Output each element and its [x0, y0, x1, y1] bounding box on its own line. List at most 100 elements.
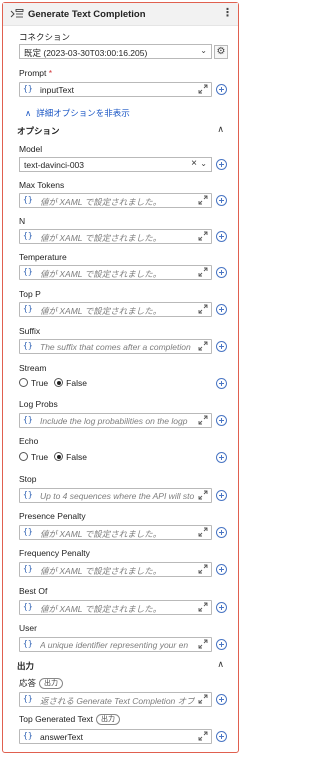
stream-radio-group: True False	[19, 378, 87, 388]
expression-braces-icon: {}	[23, 84, 33, 93]
stream-false-radio[interactable]	[54, 378, 64, 387]
expression-braces-icon: {}	[23, 602, 33, 611]
stream-add-button[interactable]	[216, 378, 227, 389]
hide-advanced-options-link[interactable]: ∧ 詳細オプションを非表示	[25, 107, 130, 119]
expand-editor-icon[interactable]	[198, 731, 208, 741]
expression-braces-icon: {}	[23, 639, 33, 648]
log-probs-add-button[interactable]	[216, 415, 227, 426]
stream-true-radio[interactable]	[19, 378, 28, 387]
stop-field[interactable]: {} Up to 4 sequences where the API will …	[19, 488, 212, 503]
chevron-down-icon[interactable]: ⌄	[200, 159, 207, 168]
prompt-label: Prompt *	[19, 68, 53, 78]
prompt-add-button[interactable]	[216, 84, 227, 95]
suffix-placeholder: The suffix that comes after a completion	[40, 342, 191, 352]
log-probs-placeholder: Include the log probabilities on the log…	[40, 416, 188, 426]
best-of-label: Best Of	[19, 586, 48, 596]
top-generated-text-add-button[interactable]	[216, 731, 227, 742]
connection-settings-button[interactable]: ⚙	[214, 45, 228, 59]
expand-editor-icon[interactable]	[198, 195, 208, 205]
model-label: Model	[19, 144, 43, 154]
response-field[interactable]: {} 返される Generate Text Completion オブジ	[19, 692, 212, 707]
expression-braces-icon: {}	[23, 731, 33, 740]
max-tokens-label: Max Tokens	[19, 180, 65, 190]
top-p-field[interactable]: {} 値が XAML で設定されました。	[19, 302, 212, 317]
stream-true-label: True	[31, 378, 49, 388]
top-p-add-button[interactable]	[216, 304, 227, 315]
activity-title: Generate Text Completion	[28, 9, 146, 20]
chevron-down-icon[interactable]: ⌄	[200, 46, 207, 55]
expression-braces-icon: {}	[23, 490, 33, 499]
activity-header[interactable]: Generate Text Completion ⋮	[3, 3, 238, 26]
collapse-activity-icon[interactable]	[10, 8, 24, 20]
expand-editor-icon[interactable]	[198, 564, 208, 574]
expand-editor-icon[interactable]	[198, 267, 208, 277]
expand-editor-icon[interactable]	[198, 304, 208, 314]
connection-select[interactable]: 既定 (2023-03-30T03:00:16.205) ⌄	[19, 44, 212, 59]
prompt-value: inputText	[40, 85, 75, 95]
presence-penalty-field[interactable]: {} 値が XAML で設定されました。	[19, 525, 212, 540]
output-badge: 出力	[96, 714, 121, 725]
top-generated-text-label: Top Generated Text 出力	[19, 714, 121, 725]
n-placeholder: 値が XAML で設定されました。	[40, 233, 162, 243]
max-tokens-add-button[interactable]	[216, 195, 227, 206]
expand-editor-icon[interactable]	[198, 527, 208, 537]
prompt-field[interactable]: {} inputText	[19, 82, 212, 97]
suffix-field[interactable]: {} The suffix that comes after a complet…	[19, 339, 212, 354]
expand-editor-icon[interactable]	[198, 341, 208, 351]
presence-penalty-add-button[interactable]	[216, 527, 227, 538]
expand-editor-icon[interactable]	[198, 602, 208, 612]
stop-label: Stop	[19, 474, 37, 484]
n-field[interactable]: {} 値が XAML で設定されました。	[19, 229, 212, 244]
echo-add-button[interactable]	[216, 452, 227, 463]
expand-editor-icon[interactable]	[198, 639, 208, 649]
suffix-add-button[interactable]	[216, 341, 227, 352]
temperature-add-button[interactable]	[216, 267, 227, 278]
frequency-penalty-add-button[interactable]	[216, 564, 227, 575]
expression-braces-icon: {}	[23, 564, 33, 573]
echo-true-radio[interactable]	[19, 452, 28, 461]
expression-braces-icon: {}	[23, 304, 33, 313]
user-placeholder: A unique identifier representing your en	[40, 640, 189, 650]
stream-false-label: False	[66, 378, 87, 388]
expression-braces-icon: {}	[23, 267, 33, 276]
best-of-placeholder: 値が XAML で設定されました。	[40, 604, 162, 614]
echo-false-radio[interactable]	[54, 452, 64, 461]
expression-braces-icon: {}	[23, 527, 33, 536]
n-add-button[interactable]	[216, 231, 227, 242]
user-label: User	[19, 623, 37, 633]
best-of-field[interactable]: {} 値が XAML で設定されました。	[19, 600, 212, 615]
echo-label: Echo	[19, 436, 39, 446]
expand-editor-icon[interactable]	[198, 84, 208, 94]
presence-penalty-placeholder: 値が XAML で設定されました。	[40, 529, 162, 539]
expand-editor-icon[interactable]	[198, 490, 208, 500]
top-generated-text-value: answerText	[40, 732, 83, 742]
collapse-output-chevron-icon[interactable]: ∧	[217, 659, 224, 670]
model-add-button[interactable]	[216, 159, 227, 170]
model-select[interactable]: text-davinci-003 × ⌄	[19, 157, 212, 172]
temperature-field[interactable]: {} 値が XAML で設定されました。	[19, 265, 212, 280]
echo-false-label: False	[66, 452, 87, 462]
stop-add-button[interactable]	[216, 490, 227, 501]
temperature-label: Temperature	[19, 252, 67, 262]
expand-editor-icon[interactable]	[198, 415, 208, 425]
suffix-label: Suffix	[19, 326, 41, 336]
more-vertical-icon[interactable]: ⋮	[222, 7, 233, 19]
top-generated-text-field[interactable]: {} answerText	[19, 729, 212, 744]
response-add-button[interactable]	[216, 694, 227, 705]
log-probs-field[interactable]: {} Include the log probabilities on the …	[19, 413, 212, 428]
echo-radio-group: True False	[19, 452, 87, 462]
best-of-add-button[interactable]	[216, 602, 227, 613]
user-field[interactable]: {} A unique identifier representing your…	[19, 637, 212, 652]
collapse-options-chevron-icon[interactable]: ∧	[217, 124, 224, 135]
expand-editor-icon[interactable]	[198, 231, 208, 241]
user-add-button[interactable]	[216, 639, 227, 650]
connection-label: コネクション	[19, 32, 71, 42]
frequency-penalty-field[interactable]: {} 値が XAML で設定されました。	[19, 562, 212, 577]
frequency-penalty-placeholder: 値が XAML で設定されました。	[40, 566, 162, 576]
n-label: N	[19, 216, 26, 226]
expand-editor-icon[interactable]	[198, 694, 208, 704]
presence-penalty-label: Presence Penalty	[19, 511, 86, 521]
max-tokens-field[interactable]: {} 値が XAML で設定されました。	[19, 193, 212, 208]
clear-icon[interactable]: ×	[191, 158, 197, 169]
expression-braces-icon: {}	[23, 415, 33, 424]
